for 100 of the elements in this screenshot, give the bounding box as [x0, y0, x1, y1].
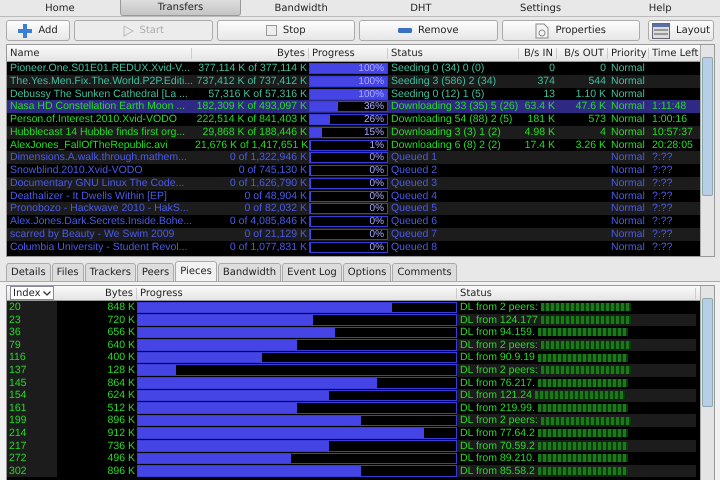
table-cell: DL from 89.210. — [460, 452, 535, 465]
menu-tab[interactable]: Settings — [480, 0, 600, 16]
square-icon — [266, 25, 277, 36]
table-cell: Dimensions.A.walk.through.mathem... — [10, 151, 187, 164]
scrollbar[interactable] — [700, 45, 714, 256]
table-cell: 0 of 48,904 K — [244, 190, 307, 202]
table-cell: 10:57:37 — [652, 126, 693, 138]
scrollbar[interactable] — [700, 286, 714, 480]
menu-tab[interactable]: Home — [0, 0, 120, 16]
table-cell: scarred by Beauty - We Swim 2009 — [10, 228, 174, 240]
table-cell: 3.26 K — [576, 138, 606, 150]
transfer-row[interactable]: Person.of.Interest.2010.Xvid-VODO 222,514 K of 841,403 K 26% Downloading 54 (88) 2 (5) 181 K 573 Normal 1:00:16 — [7, 113, 700, 126]
transfer-row[interactable]: Alex.Jones.Dark.Secrets.Inside.Bohe... 0 of 4,085,846 K 0% Queued 6 Normal ?:?? — [7, 215, 700, 228]
toolbar-button[interactable]: Layout — [648, 20, 714, 41]
plus-icon — [18, 24, 32, 38]
transfer-row[interactable]: AlexJones_FallOfTheRepublic.avi 21,676 K of 1,417,651 K 1% Downloading 6 (8) 2 (2) 17.4 K 3.26 K Normal 20:28:05 — [7, 138, 700, 152]
table-cell: 0 of 21,129 K — [244, 228, 307, 240]
table-cell: Normal — [611, 151, 645, 164]
toolbar-button[interactable]: Properties — [502, 20, 640, 41]
transfer-row[interactable]: Columbia University - Student Revol... 0 of 1,077,831 K 0% Queued 8 Normal ?:?? — [7, 240, 700, 254]
progress-label: 0% — [370, 166, 384, 175]
table-cell: 13 — [543, 88, 555, 100]
toolbar-button[interactable]: Stop — [216, 20, 355, 41]
table-cell: 47.6 K — [576, 100, 606, 112]
menu-tab[interactable]: Transfers — [120, 0, 242, 16]
column-header[interactable]: Name — [7, 48, 192, 58]
table-cell: 0 of 1,626,790 K — [230, 176, 307, 189]
table-cell: ?:?? — [652, 190, 672, 202]
table-cell: Downloading 54 (88) 2 (5) — [391, 113, 512, 125]
table-cell: 21,676 K of 1,417,651 K — [195, 138, 308, 150]
table-cell: ?:?? — [652, 228, 672, 240]
detail-tab[interactable]: Peers — [136, 263, 174, 281]
progress-label: 1% — [370, 140, 384, 150]
table-cell: 23 — [7, 314, 57, 326]
transfer-row[interactable]: scarred by Beauty - We Swim 2009 0 of 21,129 K 0% Queued 7 Normal ?:?? — [7, 228, 700, 240]
column-header[interactable]: Progress — [137, 288, 457, 298]
toolbar-button[interactable]: Remove — [359, 20, 498, 41]
table-cell: 145 — [7, 376, 57, 390]
detail-tab[interactable]: Bandwidth — [218, 263, 282, 281]
transfer-row[interactable]: The.Yes.Men.Fix.The.World.P2P.Editi... 737,412 K of 737,412 K 100% Seeding 3 (586) 2 (34) 374 544 Normal — [7, 74, 700, 88]
table-cell: 573 — [588, 113, 606, 125]
menu-tab[interactable]: DHT — [361, 0, 481, 16]
table-cell: Columbia University - Student Revol... — [10, 240, 188, 252]
column-header[interactable]: Priority — [608, 48, 649, 58]
progress-label: 15% — [364, 128, 384, 137]
column-header[interactable]: B/s OUT — [557, 48, 608, 58]
menu-tab[interactable]: Bandwidth — [241, 0, 362, 16]
table-cell: 0 of 4,085,846 K — [230, 215, 307, 227]
table-cell: 137 — [7, 364, 57, 377]
transfer-row[interactable]: Deathalizer - It Dwells Within [EP] 0 of 48,904 K 0% Queued 4 Normal ?:?? — [7, 190, 700, 202]
table-cell: Documentary GNU Linux The Code... — [10, 176, 184, 189]
column-header[interactable]: Bytes — [57, 288, 137, 298]
sort-dropdown[interactable]: Index — [10, 286, 54, 300]
column-header[interactable]: B/s IN — [519, 48, 557, 58]
table-cell-text: 656 K — [106, 326, 136, 339]
table-cell: DL from 85.58.2 — [460, 464, 535, 478]
table-cell: ?:?? — [652, 240, 672, 252]
detail-tab[interactable]: Comments — [392, 263, 457, 281]
detail-tab[interactable]: Pieces — [175, 261, 217, 281]
detail-tab[interactable]: Trackers — [84, 263, 136, 281]
transfer-row[interactable]: Nasa HD Constellation Earth Moon ... 182,309 K of 493,097 K 36% Downloading 33 (35) 5 (26) 63.4 K 47.6 K Normal 1:11:48 — [7, 100, 700, 113]
transfer-row[interactable]: Hubblecast 14 Hubble finds first org... 29,868 K of 188,446 K 15% Downloading 3 (3) 1 (2) 4.98 K 4 Normal 10:57:37 — [7, 126, 700, 138]
menu-tab[interactable]: Help — [600, 0, 720, 16]
table-cell: 0 — [549, 62, 555, 74]
table-cell: Normal — [611, 62, 645, 74]
table-cell: Queued 6 — [391, 215, 438, 227]
table-cell-text: 848 K — [106, 301, 136, 314]
column-header[interactable]: Status — [388, 48, 519, 58]
table-cell: DL from 76.217. — [460, 376, 535, 390]
detail-tab[interactable]: Details — [6, 263, 51, 281]
column-header[interactable]: Progress — [309, 48, 388, 58]
table-cell: DL from 124.177 — [460, 314, 538, 326]
table-cell: ?:?? — [652, 215, 672, 227]
transfer-row[interactable]: Debussy The Sunken Cathedral [La ... 57,316 K of 57,316 K 100% Seeding 0 (12) 1 (5) 13 1.10 K Normal — [7, 88, 700, 100]
detail-tab[interactable]: Files — [52, 263, 84, 281]
toolbar-button[interactable]: Add — [6, 20, 70, 41]
table-cell: Seeding 0 (34) 0 (0) — [391, 62, 484, 74]
column-header[interactable]: Bytes — [192, 48, 309, 58]
detail-tab[interactable]: Options — [342, 263, 392, 281]
document-icon — [535, 22, 550, 38]
detail-tab[interactable]: Event Log — [282, 263, 342, 281]
transfer-row[interactable]: Pioneer.One.S01E01.REDUX.Xvid-V... 377,114 K of 377,114 K 100% Seeding 0 (34) 0 (0) 0 0 Normal — [7, 62, 700, 75]
table-cell: 1:11:48 — [652, 100, 686, 112]
progress-label: 26% — [364, 115, 384, 124]
table-cell: Queued 8 — [391, 240, 438, 252]
table-cell: Normal — [611, 126, 645, 138]
table-cell-text: 720 K — [106, 314, 136, 326]
table-cell: Deathalizer - It Dwells Within [EP] — [10, 190, 167, 202]
column-header[interactable]: Status — [457, 288, 696, 298]
table-cell: Normal — [611, 113, 645, 125]
table-cell: Normal — [611, 228, 645, 240]
table-cell-text: 912 K — [106, 426, 136, 440]
transfer-row[interactable]: Dimensions.A.walk.through.mathem... 0 of 1,322,946 K 0% Queued 1 Normal ?:?? — [7, 151, 700, 164]
table-cell: Downloading 33 (35) 5 (26) — [391, 100, 518, 112]
transfer-row[interactable]: Documentary GNU Linux The Code... 0 of 1,626,790 K 0% Queued 3 Normal ?:?? — [7, 176, 700, 190]
transfer-row[interactable]: Pronobozo - Hackwave 2010 - HakS... 0 of 82,032 K 0% Queued 5 Normal ?:?? — [7, 202, 700, 215]
transfer-row[interactable]: Snowblind.2010.Xvid-VODO 0 of 745,130 K 0% Queued 2 Normal ?:?? — [7, 164, 700, 177]
table-cell: 154 — [7, 389, 57, 402]
progress-label: 100% — [358, 90, 384, 98]
table-cell: 1.10 K — [576, 88, 606, 100]
